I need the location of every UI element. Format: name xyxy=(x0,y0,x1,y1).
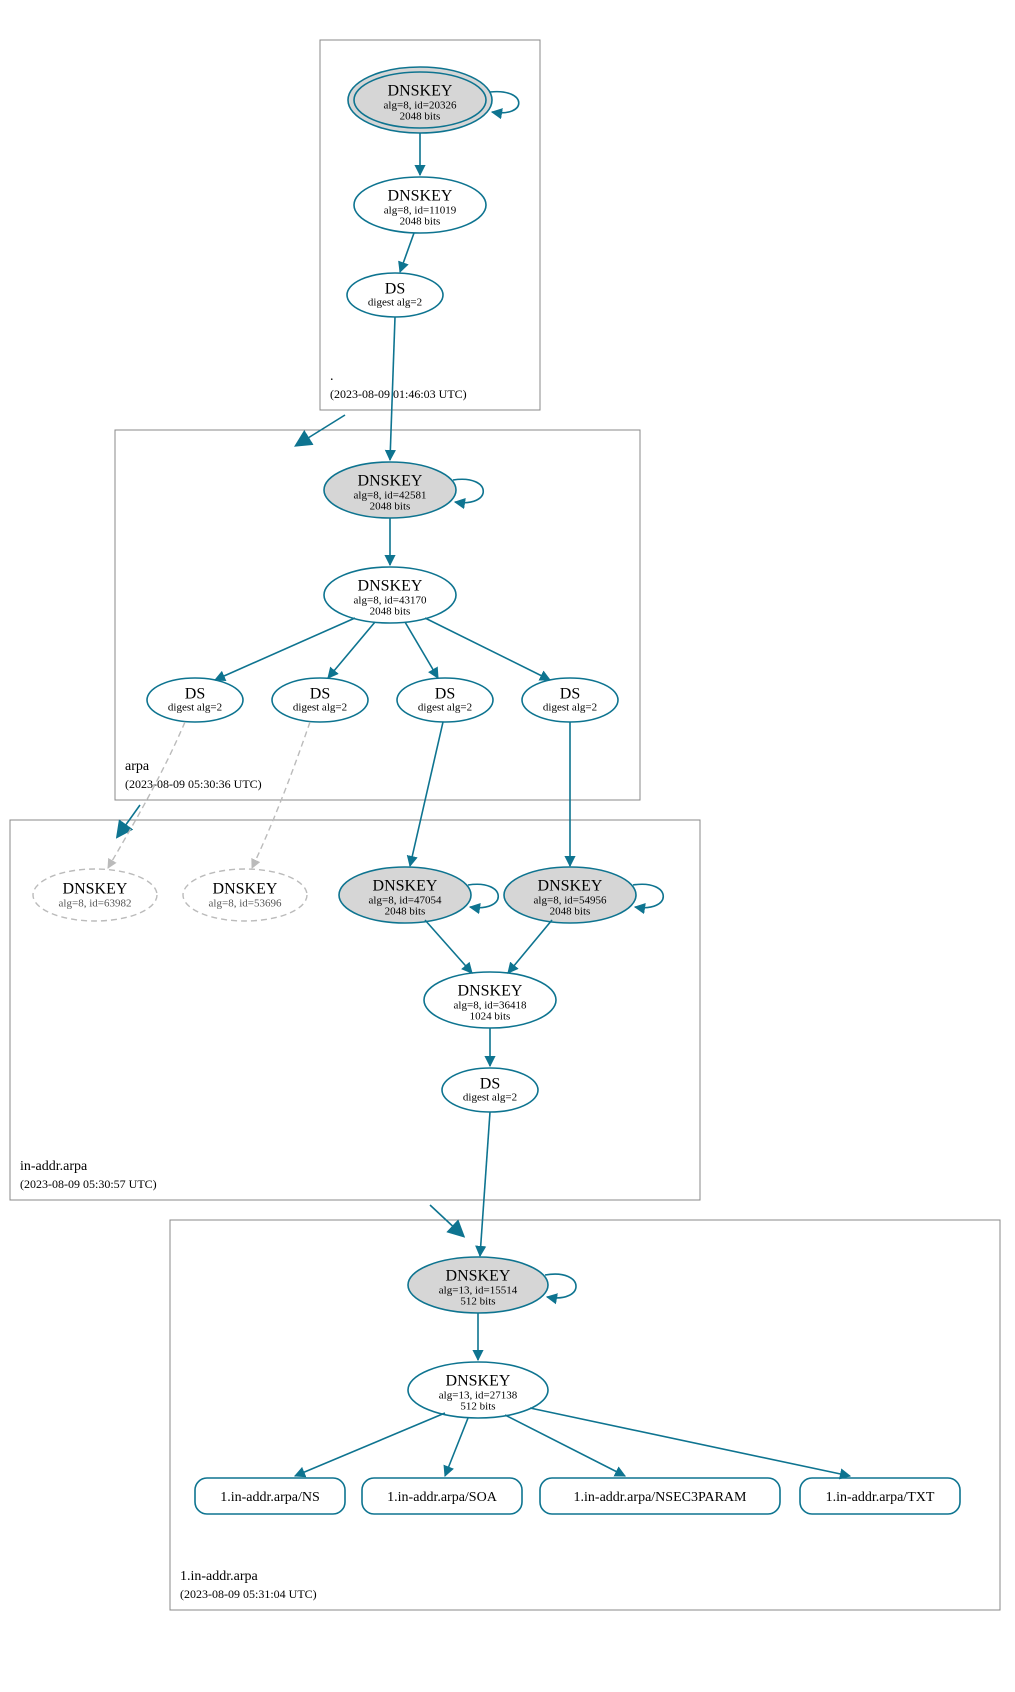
edge-in-ksk2-self xyxy=(633,884,663,907)
node-in-zsk: DNSKEY alg=8, id=36418 1024 bits xyxy=(424,972,556,1028)
svg-text:DS: DS xyxy=(310,686,330,703)
node-arpa-zsk: DNSKEY alg=8, id=43170 2048 bits xyxy=(324,567,456,623)
node-rr-soa: 1.in-addr.arpa/SOA xyxy=(362,1478,522,1514)
svg-text:DS: DS xyxy=(560,686,580,703)
svg-text:DNSKEY: DNSKEY xyxy=(446,1268,511,1285)
edge-arpa-zsk-ds3 xyxy=(405,622,438,678)
svg-text:DNSKEY: DNSKEY xyxy=(63,881,128,898)
zone-inaddr-ts: (2023-08-09 05:30:57 UTC) xyxy=(20,1177,157,1191)
svg-text:DNSKEY: DNSKEY xyxy=(373,878,438,895)
svg-text:2048 bits: 2048 bits xyxy=(385,906,426,918)
node-in-dk1: DNSKEY alg=8, id=63982 xyxy=(33,869,157,921)
edge-in-ds-one-ksk xyxy=(480,1112,490,1256)
svg-text:DNSKEY: DNSKEY xyxy=(538,878,603,895)
edge-one-zsk-txt xyxy=(530,1408,850,1476)
svg-text:alg=8, id=53696: alg=8, id=53696 xyxy=(209,898,282,910)
svg-text:1.in-addr.arpa/SOA: 1.in-addr.arpa/SOA xyxy=(387,1490,498,1505)
delegation-root-arpa xyxy=(300,415,345,443)
node-rr-txt: 1.in-addr.arpa/TXT xyxy=(800,1478,960,1514)
svg-text:1.in-addr.arpa/TXT: 1.in-addr.arpa/TXT xyxy=(826,1490,935,1505)
node-rr-ns: 1.in-addr.arpa/NS xyxy=(195,1478,345,1514)
svg-text:1.in-addr.arpa/NSEC3PARAM: 1.in-addr.arpa/NSEC3PARAM xyxy=(574,1490,747,1505)
zone-inaddr-name: in-addr.arpa xyxy=(20,1159,88,1174)
node-rr-nsec: 1.in-addr.arpa/NSEC3PARAM xyxy=(540,1478,780,1514)
node-one-ksk: DNSKEY alg=13, id=15514 512 bits xyxy=(408,1257,548,1313)
zone-root-name: . xyxy=(330,369,334,384)
zone-arpa-ts: (2023-08-09 05:30:36 UTC) xyxy=(125,777,262,791)
svg-text:1024 bits: 1024 bits xyxy=(470,1011,511,1023)
svg-text:DS: DS xyxy=(435,686,455,703)
zone-one-box xyxy=(170,1220,1000,1610)
svg-text:DNSKEY: DNSKEY xyxy=(458,983,523,1000)
svg-text:digest alg=2: digest alg=2 xyxy=(463,1092,517,1104)
node-arpa-ds4: DS digest alg=2 xyxy=(522,678,618,722)
node-in-ksk1: DNSKEY alg=8, id=47054 2048 bits xyxy=(339,867,471,923)
edge-root-zsk-ds xyxy=(400,233,414,272)
svg-text:digest alg=2: digest alg=2 xyxy=(543,702,597,714)
svg-text:2048 bits: 2048 bits xyxy=(370,501,411,513)
svg-text:1.in-addr.arpa/NS: 1.in-addr.arpa/NS xyxy=(220,1490,320,1505)
edge-ds2-indk2 xyxy=(252,722,310,868)
svg-text:DS: DS xyxy=(480,1076,500,1093)
svg-text:digest alg=2: digest alg=2 xyxy=(293,702,347,714)
svg-text:DNSKEY: DNSKEY xyxy=(388,83,453,100)
svg-text:2048 bits: 2048 bits xyxy=(400,111,441,123)
node-root-ds: DS digest alg=2 xyxy=(347,273,443,317)
delegation-inaddr-one xyxy=(430,1205,460,1233)
node-arpa-ds1: DS digest alg=2 xyxy=(147,678,243,722)
zone-arpa-name: arpa xyxy=(125,759,150,774)
node-root-zsk: DNSKEY alg=8, id=11019 2048 bits xyxy=(354,177,486,233)
zone-one-name: 1.in-addr.arpa xyxy=(180,1569,259,1584)
node-in-ds: DS digest alg=2 xyxy=(442,1068,538,1112)
edge-in-ksk1-self xyxy=(468,884,498,907)
svg-text:DNSKEY: DNSKEY xyxy=(388,188,453,205)
svg-text:digest alg=2: digest alg=2 xyxy=(168,702,222,714)
svg-text:DNSKEY: DNSKEY xyxy=(213,881,278,898)
edge-one-zsk-ns xyxy=(295,1413,445,1476)
node-root-ksk: DNSKEY alg=8, id=20326 2048 bits xyxy=(348,67,492,133)
svg-text:DNSKEY: DNSKEY xyxy=(358,473,423,490)
svg-text:2048 bits: 2048 bits xyxy=(400,216,441,228)
svg-text:DS: DS xyxy=(385,281,405,298)
edge-one-ksk-self xyxy=(545,1274,576,1298)
dnssec-graph: . (2023-08-09 01:46:03 UTC) arpa (2023-0… xyxy=(0,0,1015,1692)
node-in-ksk2: DNSKEY alg=8, id=54956 2048 bits xyxy=(504,867,636,923)
svg-text:512 bits: 512 bits xyxy=(460,1296,495,1308)
edge-root-ksk-self xyxy=(490,92,519,113)
svg-text:alg=8, id=63982: alg=8, id=63982 xyxy=(59,898,132,910)
edge-arpa-zsk-ds2 xyxy=(328,622,375,678)
svg-text:DNSKEY: DNSKEY xyxy=(446,1373,511,1390)
svg-text:DS: DS xyxy=(185,686,205,703)
svg-text:512 bits: 512 bits xyxy=(460,1401,495,1413)
svg-text:digest alg=2: digest alg=2 xyxy=(418,702,472,714)
zone-root-ts: (2023-08-09 01:46:03 UTC) xyxy=(330,387,467,401)
edge-ds1-indk1 xyxy=(108,722,185,868)
node-in-dk2: DNSKEY alg=8, id=53696 xyxy=(183,869,307,921)
svg-text:digest alg=2: digest alg=2 xyxy=(368,297,422,309)
edge-ds3-inksk1 xyxy=(410,722,443,866)
node-arpa-ds3: DS digest alg=2 xyxy=(397,678,493,722)
edge-arpa-ksk-self xyxy=(453,479,483,502)
node-one-zsk: DNSKEY alg=13, id=27138 512 bits xyxy=(408,1362,548,1418)
edge-in-ksk2-zsk xyxy=(508,920,552,973)
svg-text:2048 bits: 2048 bits xyxy=(550,906,591,918)
svg-text:2048 bits: 2048 bits xyxy=(370,606,411,618)
node-arpa-ds2: DS digest alg=2 xyxy=(272,678,368,722)
edge-in-ksk1-zsk xyxy=(425,920,472,973)
zone-one-ts: (2023-08-09 05:31:04 UTC) xyxy=(180,1587,317,1601)
edge-arpa-zsk-ds4 xyxy=(425,618,550,680)
svg-text:DNSKEY: DNSKEY xyxy=(358,578,423,595)
edge-one-zsk-soa xyxy=(445,1418,468,1476)
node-arpa-ksk: DNSKEY alg=8, id=42581 2048 bits xyxy=(324,462,456,518)
